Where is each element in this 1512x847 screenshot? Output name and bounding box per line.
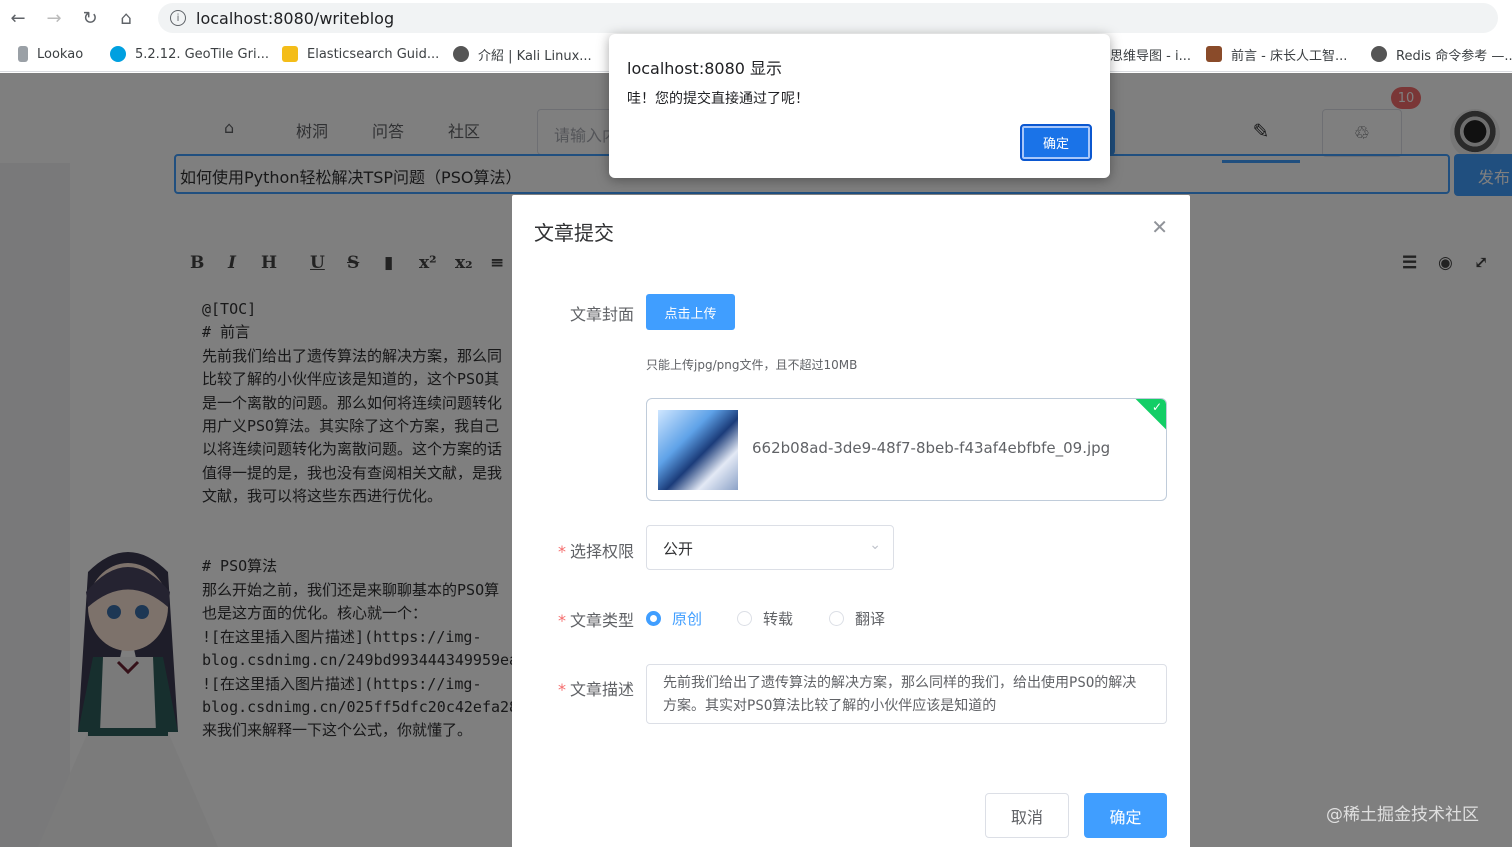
permission-label: * 选择权限 (557, 542, 634, 561)
permission-value: 公开 (663, 540, 694, 558)
radio-dot (646, 611, 661, 626)
watermark: @稀土掘金技术社区 (1326, 805, 1479, 825)
back-icon[interactable]: ← (0, 0, 36, 36)
radio-original[interactable]: 原创 (646, 608, 702, 629)
type-label: * 文章类型 (557, 611, 634, 630)
radio-dot (737, 611, 752, 626)
globe-icon (453, 46, 469, 62)
radio-repost[interactable]: 转载 (737, 608, 793, 629)
home-icon[interactable]: ⌂ (108, 0, 144, 36)
bookmark-icon (18, 46, 28, 62)
file-thumbnail (658, 410, 738, 490)
bookmark-item[interactable]: Lookao (18, 36, 83, 72)
cancel-button[interactable]: 取消 (985, 793, 1069, 838)
confirm-button[interactable]: 确定 (1084, 793, 1167, 838)
alert-ok-button[interactable]: 确定 (1020, 124, 1092, 161)
permission-select[interactable]: 公开 ⌄ (646, 525, 894, 570)
file-name: 662b08ad-3de9-48f7-8beb-f43af4ebfbfe_09.… (752, 439, 1111, 457)
chevron-down-icon: ⌄ (869, 537, 881, 553)
check-icon: ✓ (1151, 400, 1162, 414)
upload-tip: 只能上传jpg/png文件，且不超过10MB (646, 358, 858, 372)
submit-dialog: 文章提交 ✕ 文章封面 点击上传 只能上传jpg/png文件，且不超过10MB … (512, 195, 1190, 847)
forward-icon[interactable]: → (36, 0, 72, 36)
bookmark-item[interactable]: 前言 - 床长人工智... (1206, 36, 1347, 72)
url-text: localhost:8080/writeblog (196, 8, 395, 28)
bookmark-icon (1206, 46, 1222, 62)
bookmark-icon (282, 46, 298, 62)
bookmark-icon (110, 46, 126, 62)
bookmark-item[interactable]: Elasticsearch Guid... (282, 36, 439, 72)
desc-label: * 文章描述 (557, 680, 634, 699)
bookmark-item[interactable]: Redis 命令参考 —... (1371, 36, 1512, 72)
description-textarea[interactable]: 先前我们给出了遗传算法的解决方案，那么同样的我们，给出使用PSO的解决方案。其实… (646, 664, 1167, 724)
info-icon[interactable]: i (170, 10, 186, 26)
reload-icon[interactable]: ↻ (72, 0, 108, 36)
radio-translation[interactable]: 翻译 (829, 608, 885, 629)
alert-title: localhost:8080 显示 (627, 59, 783, 78)
browser-alert: localhost:8080 显示 哇！您的提交直接通过了呢！ 确定 (609, 34, 1110, 178)
dialog-title: 文章提交 (534, 221, 614, 245)
cover-label: 文章封面 (569, 305, 634, 324)
browser-toolbar: ← → ↻ ⌂ i localhost:8080/writeblog (0, 0, 1512, 36)
bookmark-item[interactable]: 5.2.12. GeoTile Gri... (110, 36, 269, 72)
bookmark-item[interactable]: 介紹 | Kali Linux... (453, 36, 592, 72)
radio-dot (829, 611, 844, 626)
uploaded-file-card[interactable]: 662b08ad-3de9-48f7-8beb-f43af4ebfbfe_09.… (646, 398, 1167, 501)
success-corner (1134, 399, 1166, 431)
bookmark-item[interactable]: 思维导图 - i... (1110, 36, 1191, 72)
close-icon[interactable]: ✕ (1151, 215, 1168, 239)
address-bar[interactable]: i localhost:8080/writeblog (158, 3, 1498, 33)
alert-message: 哇！您的提交直接通过了呢！ (627, 91, 809, 107)
upload-button[interactable]: 点击上传 (646, 294, 735, 330)
globe-icon (1371, 46, 1387, 62)
